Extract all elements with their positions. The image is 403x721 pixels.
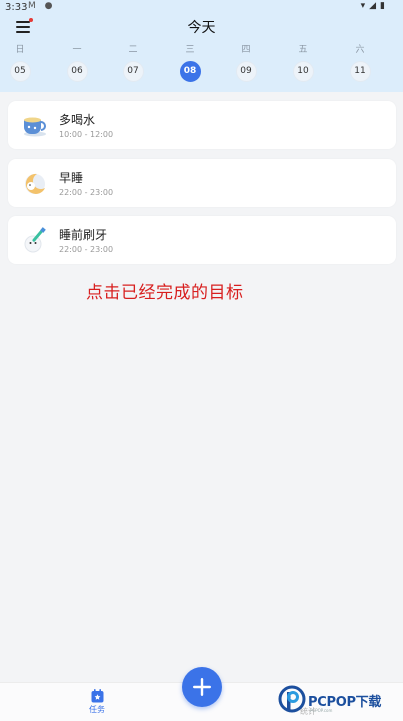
task-name: 早睡 [59,171,84,185]
date-label: 11 [349,61,371,82]
weekday-label: 日 [15,45,25,55]
week-strip: 日 05 一 06 二 07 三 08 四 09 五 10 六 11 [0,44,403,84]
status-bar: 3:33 M ● ▾◢▮ [0,0,403,16]
add-task-button[interactable] [182,667,222,707]
task-name: 睡前刷牙 [59,228,108,242]
day-fri[interactable]: 五 10 [283,44,323,82]
day-mon[interactable]: 一 06 [57,44,97,82]
task-card-sleep-early[interactable]: 早睡 22:00 - 23:00 [8,159,396,207]
watermark-logo [278,685,306,713]
watermark-subtext: PCPOP.com [310,708,333,713]
watermark: PCPOP下载 PCPOP.com [278,683,403,720]
header-area: 3:33 M ● ▾◢▮ 今天 日 05 一 06 二 07 三 08 四 09… [0,0,403,92]
day-sun[interactable]: 日 05 [0,44,40,82]
date-label: 05 [9,61,31,82]
day-tue[interactable]: 二 07 [113,44,153,82]
moon-icon [20,168,50,198]
tab-tasks-label: 任务 [89,705,105,714]
instruction-annotation: 点击已经完成的目标 [86,283,244,303]
date-label: 06 [66,61,88,82]
weekday-label: 一 [72,45,82,55]
teacup-icon [20,110,50,140]
system-icons: ▾◢▮ [360,1,389,11]
task-time: 10:00 - 12:00 [59,130,114,139]
tab-tasks[interactable]: 任务 [77,688,117,715]
day-sat[interactable]: 六 11 [340,44,380,82]
plus-icon [193,678,211,696]
date-label: 09 [235,61,257,82]
date-label: 10 [292,61,314,82]
task-time: 22:00 - 23:00 [59,188,114,197]
date-label: 07 [122,61,144,82]
task-card-drink-water[interactable]: 多喝水 10:00 - 12:00 [8,101,396,149]
task-card-brush-teeth[interactable]: 睡前刷牙 22:00 - 23:00 [8,216,396,264]
weekday-label: 五 [298,45,308,55]
weekday-label: 二 [128,45,138,55]
notification-icons: M ● [28,1,56,11]
weekday-label: 三 [185,45,195,55]
weekday-label: 四 [241,45,251,55]
day-thu[interactable]: 四 09 [226,44,266,82]
page-title: 今天 [187,20,216,36]
weekday-label: 六 [355,45,365,55]
toothbrush-icon [20,225,50,255]
status-time: 3:33 [5,2,28,13]
task-time: 22:00 - 23:00 [59,245,114,254]
day-wed-selected[interactable]: 三 08 [170,44,210,82]
date-label: 08 [179,61,201,82]
task-name: 多喝水 [59,113,96,127]
calendar-star-icon [91,688,104,703]
